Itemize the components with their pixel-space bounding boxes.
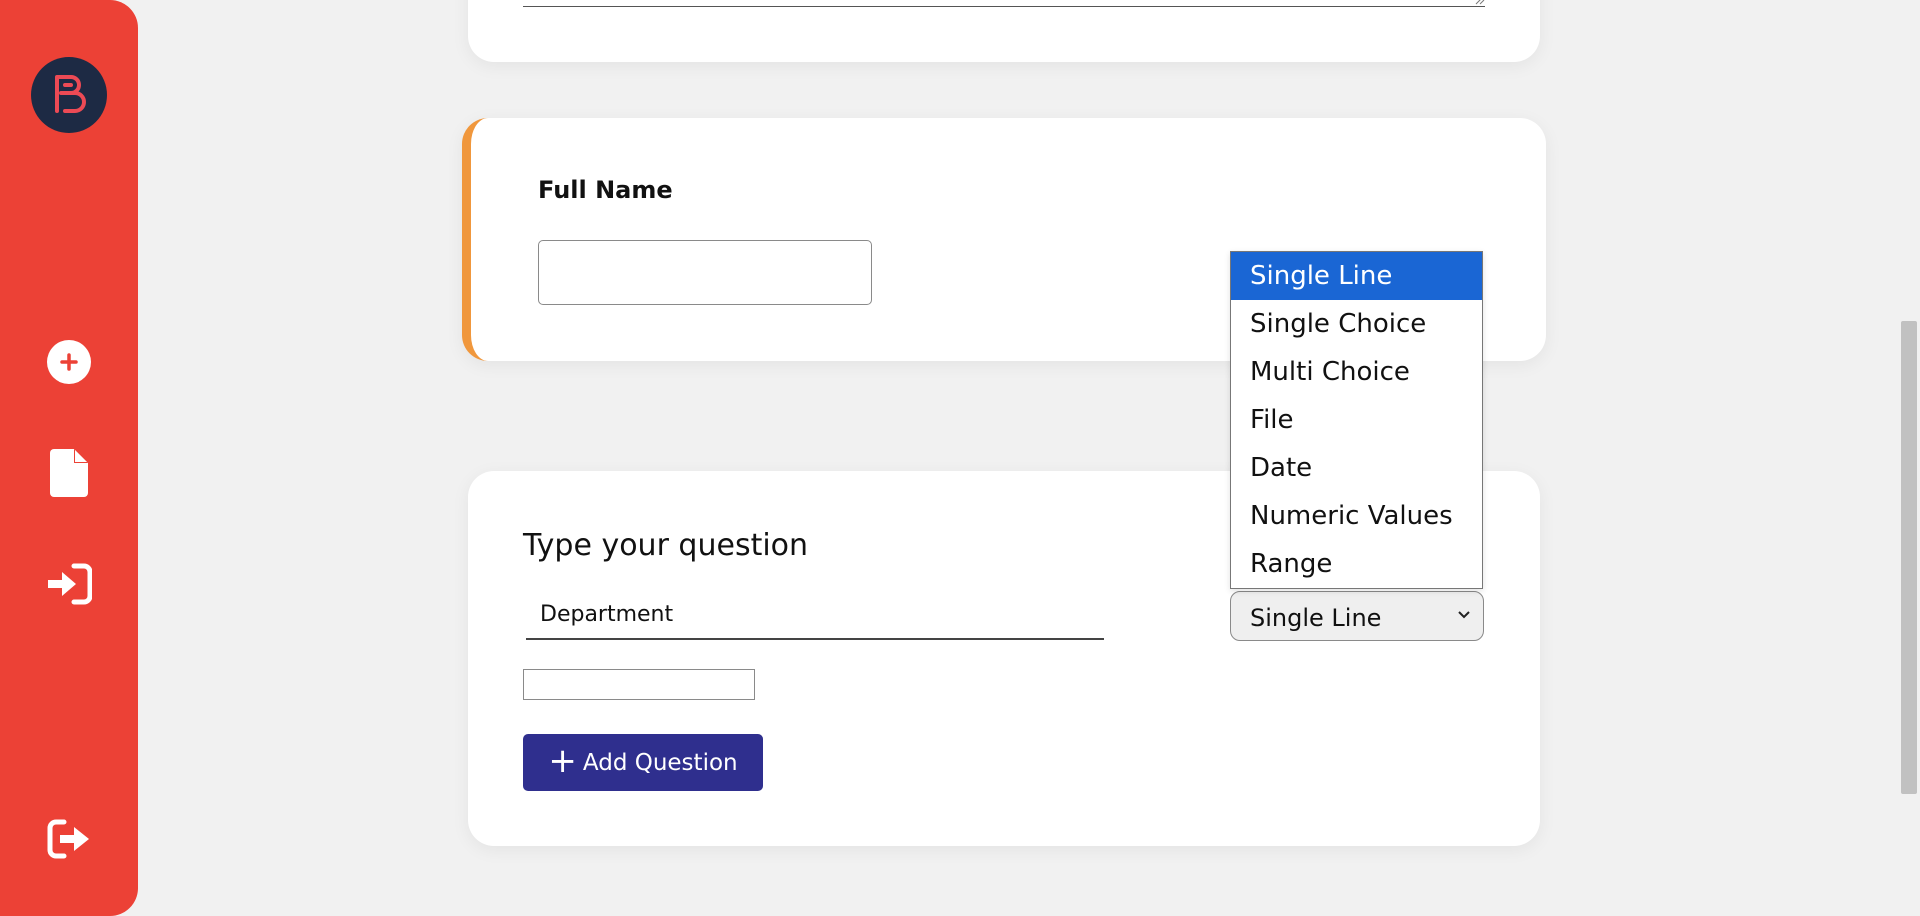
- question-input[interactable]: Department: [526, 592, 1104, 640]
- add-form-button[interactable]: [40, 333, 98, 391]
- field-label: Full Name: [538, 176, 673, 204]
- answer-input[interactable]: [523, 669, 755, 700]
- question-heading: Type your question: [523, 528, 809, 563]
- sign-in-icon: [48, 563, 92, 605]
- dropdown-option[interactable]: Date: [1231, 444, 1482, 492]
- dropdown-option[interactable]: Range: [1231, 540, 1482, 588]
- sidebar: [0, 0, 138, 916]
- sign-out-icon: [47, 819, 89, 859]
- add-question-label: Add Question: [582, 749, 738, 776]
- resize-handle-icon[interactable]: [1475, 0, 1485, 5]
- question-type-selected: Single Line: [1250, 604, 1382, 632]
- brand-logo-icon[interactable]: [31, 57, 107, 133]
- question-type-select[interactable]: Single Line: [1230, 591, 1484, 641]
- page-scrollbar[interactable]: [1898, 0, 1920, 916]
- scrollbar-thumb[interactable]: [1901, 321, 1917, 794]
- forms-button[interactable]: [40, 444, 98, 502]
- full-name-input[interactable]: [538, 240, 872, 305]
- dropdown-option[interactable]: Multi Choice: [1231, 348, 1482, 396]
- question-type-dropdown: Single Line Single Choice Multi Choice F…: [1230, 251, 1483, 589]
- document-icon: [50, 449, 88, 497]
- sign-in-button[interactable]: [40, 555, 98, 613]
- textarea-underline: [523, 6, 1485, 7]
- dropdown-option[interactable]: Single Choice: [1231, 300, 1482, 348]
- logout-button[interactable]: [40, 810, 98, 868]
- plus-icon: +: [548, 740, 577, 781]
- dropdown-option[interactable]: File: [1231, 396, 1482, 444]
- chevron-down-icon: [1458, 611, 1470, 619]
- dropdown-option[interactable]: Numeric Values: [1231, 492, 1482, 540]
- add-icon: [47, 340, 91, 384]
- question-input-value: Department: [540, 602, 674, 627]
- dropdown-option[interactable]: Single Line: [1231, 252, 1482, 300]
- add-question-button[interactable]: + Add Question: [523, 734, 763, 791]
- previous-question-card: [468, 0, 1540, 62]
